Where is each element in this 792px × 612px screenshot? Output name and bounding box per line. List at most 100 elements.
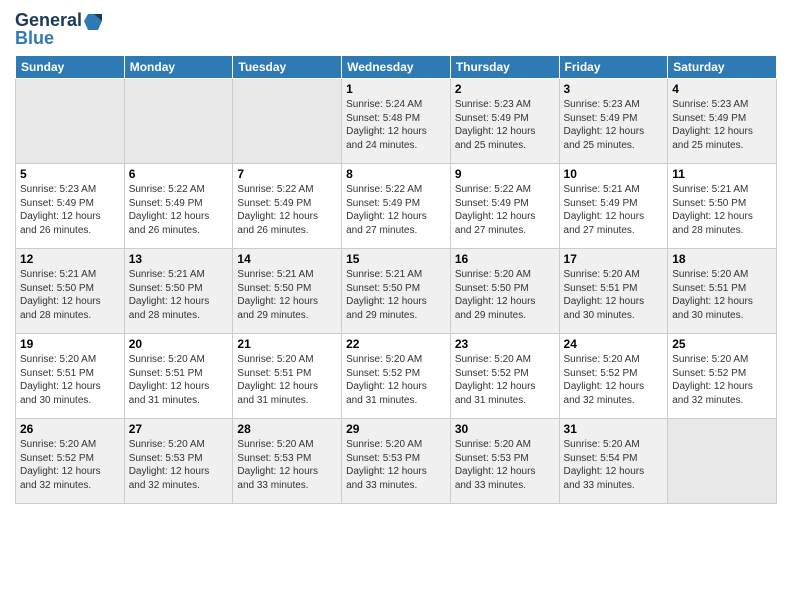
calendar-cell: 23 Sunrise: 5:20 AM Sunset: 5:52 PM Dayli…: [450, 334, 559, 419]
calendar-cell: 25 Sunrise: 5:20 AM Sunset: 5:52 PM Dayli…: [668, 334, 777, 419]
day-number: 22: [346, 337, 446, 351]
calendar-cell: 27Sunrise: 5:20 AM Sunset: 5:53 PM Dayli…: [124, 419, 233, 504]
weekday-header-tuesday: Tuesday: [233, 56, 342, 79]
day-info: Sunrise: 5:20 AM Sunset: 5:53 PM Dayligh…: [455, 438, 555, 492]
day-number: 19: [20, 337, 120, 351]
day-number: 29: [346, 422, 446, 436]
day-number: 25: [672, 337, 772, 351]
day-number: 12: [20, 252, 120, 266]
day-info: Sunrise: 5:22 AM Sunset: 5:49 PM Dayligh…: [455, 183, 555, 237]
calendar-cell: 8 Sunrise: 5:22 AM Sunset: 5:49 PM Daylig…: [342, 164, 451, 249]
day-number: 14: [237, 252, 337, 266]
calendar-cell: [16, 79, 125, 164]
day-info: Sunrise: 5:22 AM Sunset: 5:49 PM Dayligh…: [237, 183, 337, 237]
calendar-cell: 4 Sunrise: 5:23 AM Sunset: 5:49 PM Daylig…: [668, 79, 777, 164]
day-number: 13: [129, 252, 229, 266]
day-info: Sunrise: 5:20 AM Sunset: 5:52 PM Dayligh…: [20, 438, 120, 492]
calendar-week-row: 19 Sunrise: 5:20 AM Sunset: 5:51 PM Dayli…: [16, 334, 777, 419]
page: General Blue SundayMondayTuesdayWednesda…: [0, 0, 792, 612]
calendar-cell: 9 Sunrise: 5:22 AM Sunset: 5:49 PM Daylig…: [450, 164, 559, 249]
calendar-cell: 6 Sunrise: 5:22 AM Sunset: 5:49 PM Daylig…: [124, 164, 233, 249]
calendar-cell: 29 Sunrise: 5:20 AM Sunset: 5:53 PM Dayli…: [342, 419, 451, 504]
day-number: 6: [129, 167, 229, 181]
calendar-table: SundayMondayTuesdayWednesdayThursdayFrid…: [15, 55, 777, 504]
day-info: Sunrise: 5:20 AM Sunset: 5:52 PM Dayligh…: [672, 353, 772, 407]
day-number: 11: [672, 167, 772, 181]
day-info: Sunrise: 5:20 AM Sunset: 5:52 PM Dayligh…: [346, 353, 446, 407]
calendar-cell: 17 Sunrise: 5:20 AM Sunset: 5:51 PM Dayli…: [559, 249, 668, 334]
day-info: Sunrise: 5:21 AM Sunset: 5:50 PM Dayligh…: [129, 268, 229, 322]
day-number: 17: [564, 252, 664, 266]
calendar-week-row: 1Sunrise: 5:24 AM Sunset: 5:48 PM Daylig…: [16, 79, 777, 164]
calendar-cell: 5Sunrise: 5:23 AM Sunset: 5:49 PM Daylig…: [16, 164, 125, 249]
calendar-cell: 7Sunrise: 5:22 AM Sunset: 5:49 PM Daylig…: [233, 164, 342, 249]
day-number: 10: [564, 167, 664, 181]
weekday-header-saturday: Saturday: [668, 56, 777, 79]
day-number: 5: [20, 167, 120, 181]
day-number: 27: [129, 422, 229, 436]
day-number: 23: [455, 337, 555, 351]
calendar-week-row: 12 Sunrise: 5:21 AM Sunset: 5:50 PM Dayli…: [16, 249, 777, 334]
day-info: Sunrise: 5:22 AM Sunset: 5:49 PM Dayligh…: [346, 183, 446, 237]
calendar-cell: 12Sunrise: 5:21 AM Sunset: 5:50 PM Dayli…: [16, 249, 125, 334]
calendar-cell: 2 Sunrise: 5:23 AM Sunset: 5:49 PM Daylig…: [450, 79, 559, 164]
weekday-header-friday: Friday: [559, 56, 668, 79]
calendar-cell: 30 Sunrise: 5:20 AM Sunset: 5:53 PM Dayli…: [450, 419, 559, 504]
day-info: Sunrise: 5:23 AM Sunset: 5:49 PM Dayligh…: [564, 98, 664, 152]
calendar-cell: 22 Sunrise: 5:20 AM Sunset: 5:52 PM Dayli…: [342, 334, 451, 419]
day-info: Sunrise: 5:20 AM Sunset: 5:51 PM Dayligh…: [129, 353, 229, 407]
day-info: Sunrise: 5:23 AM Sunset: 5:49 PM Dayligh…: [672, 98, 772, 152]
day-number: 3: [564, 82, 664, 96]
day-info: Sunrise: 5:22 AM Sunset: 5:49 PM Dayligh…: [129, 183, 229, 237]
day-number: 8: [346, 167, 446, 181]
day-number: 4: [672, 82, 772, 96]
calendar-cell: 20 Sunrise: 5:20 AM Sunset: 5:51 PM Dayli…: [124, 334, 233, 419]
calendar-header-row: SundayMondayTuesdayWednesdayThursdayFrid…: [16, 56, 777, 79]
calendar-cell: [668, 419, 777, 504]
day-info: Sunrise: 5:20 AM Sunset: 5:54 PM Dayligh…: [564, 438, 664, 492]
calendar-cell: 1Sunrise: 5:24 AM Sunset: 5:48 PM Daylig…: [342, 79, 451, 164]
day-info: Sunrise: 5:21 AM Sunset: 5:49 PM Dayligh…: [564, 183, 664, 237]
day-number: 15: [346, 252, 446, 266]
day-number: 26: [20, 422, 120, 436]
weekday-header-monday: Monday: [124, 56, 233, 79]
day-info: Sunrise: 5:20 AM Sunset: 5:53 PM Dayligh…: [346, 438, 446, 492]
day-info: Sunrise: 5:23 AM Sunset: 5:49 PM Dayligh…: [455, 98, 555, 152]
logo-blue: Blue: [15, 28, 54, 49]
calendar-week-row: 26 Sunrise: 5:20 AM Sunset: 5:52 PM Dayli…: [16, 419, 777, 504]
calendar-week-row: 5Sunrise: 5:23 AM Sunset: 5:49 PM Daylig…: [16, 164, 777, 249]
day-info: Sunrise: 5:20 AM Sunset: 5:51 PM Dayligh…: [564, 268, 664, 322]
calendar-cell: 16 Sunrise: 5:20 AM Sunset: 5:50 PM Dayli…: [450, 249, 559, 334]
calendar-cell: [233, 79, 342, 164]
calendar-cell: 24Sunrise: 5:20 AM Sunset: 5:52 PM Dayli…: [559, 334, 668, 419]
day-info: Sunrise: 5:20 AM Sunset: 5:50 PM Dayligh…: [455, 268, 555, 322]
calendar-cell: [124, 79, 233, 164]
header: General Blue: [15, 10, 777, 49]
weekday-header-wednesday: Wednesday: [342, 56, 451, 79]
day-number: 2: [455, 82, 555, 96]
calendar-cell: 15 Sunrise: 5:21 AM Sunset: 5:50 PM Dayli…: [342, 249, 451, 334]
day-info: Sunrise: 5:20 AM Sunset: 5:52 PM Dayligh…: [455, 353, 555, 407]
calendar-cell: 18 Sunrise: 5:20 AM Sunset: 5:51 PM Dayli…: [668, 249, 777, 334]
day-info: Sunrise: 5:20 AM Sunset: 5:51 PM Dayligh…: [20, 353, 120, 407]
day-info: Sunrise: 5:21 AM Sunset: 5:50 PM Dayligh…: [672, 183, 772, 237]
day-number: 20: [129, 337, 229, 351]
day-info: Sunrise: 5:21 AM Sunset: 5:50 PM Dayligh…: [346, 268, 446, 322]
calendar-cell: 26 Sunrise: 5:20 AM Sunset: 5:52 PM Dayli…: [16, 419, 125, 504]
day-info: Sunrise: 5:21 AM Sunset: 5:50 PM Dayligh…: [237, 268, 337, 322]
calendar-cell: 3 Sunrise: 5:23 AM Sunset: 5:49 PM Daylig…: [559, 79, 668, 164]
calendar-cell: 10 Sunrise: 5:21 AM Sunset: 5:49 PM Dayli…: [559, 164, 668, 249]
day-info: Sunrise: 5:20 AM Sunset: 5:51 PM Dayligh…: [672, 268, 772, 322]
day-number: 31: [564, 422, 664, 436]
day-number: 18: [672, 252, 772, 266]
day-number: 24: [564, 337, 664, 351]
day-number: 30: [455, 422, 555, 436]
calendar-cell: 13 Sunrise: 5:21 AM Sunset: 5:50 PM Dayli…: [124, 249, 233, 334]
day-number: 9: [455, 167, 555, 181]
calendar-cell: 19 Sunrise: 5:20 AM Sunset: 5:51 PM Dayli…: [16, 334, 125, 419]
day-number: 16: [455, 252, 555, 266]
weekday-header-thursday: Thursday: [450, 56, 559, 79]
weekday-header-sunday: Sunday: [16, 56, 125, 79]
day-number: 28: [237, 422, 337, 436]
calendar-cell: 11 Sunrise: 5:21 AM Sunset: 5:50 PM Dayli…: [668, 164, 777, 249]
